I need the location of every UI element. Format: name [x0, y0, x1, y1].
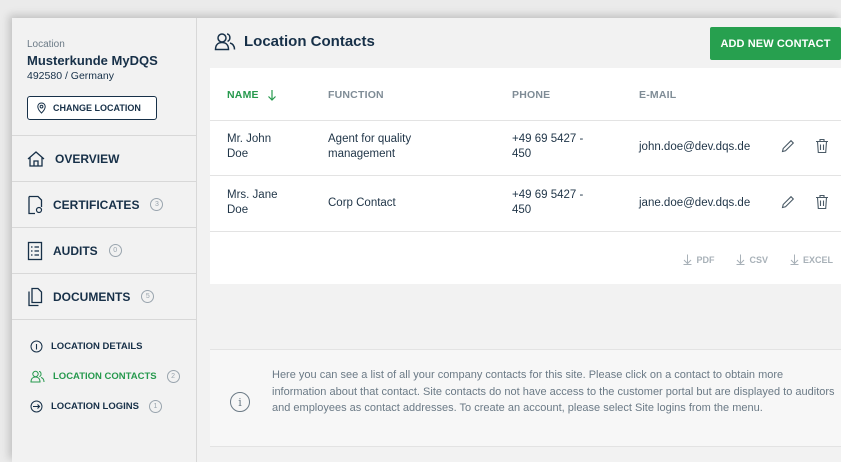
sort-down-arrow-icon — [267, 90, 276, 101]
info-icon: i — [230, 392, 250, 412]
change-location-button[interactable]: CHANGE LOCATION — [27, 96, 157, 120]
table-row[interactable]: Mrs. Jane Doe Corp Contact +49 69 5427 -… — [210, 176, 841, 232]
contacts-count-badge: 2 — [166, 369, 180, 383]
delete-trash-icon[interactable] — [814, 194, 830, 210]
certificate-icon — [28, 195, 43, 214]
export-csv-label: CSV — [749, 254, 768, 265]
row-actions — [780, 194, 830, 210]
nav-certificates[interactable]: CERTIFICATES 3 — [12, 181, 196, 227]
cell-name: Mr. John Doe — [227, 132, 271, 162]
location-name: Musterkunde MyDQS — [27, 53, 158, 68]
change-location-label: CHANGE LOCATION — [53, 103, 141, 113]
column-header-name[interactable]: NAME — [227, 89, 277, 101]
audit-list-icon — [27, 241, 43, 260]
table-header: NAME FUNCTION PHONE E-MAIL — [210, 68, 841, 121]
nav-documents-label: DOCUMENTS — [53, 289, 131, 304]
cell-phone: +49 69 5427 - 450 — [512, 132, 583, 162]
phone-line: 450 — [512, 204, 532, 216]
function-line: Corp Contact — [328, 197, 396, 209]
documents-icon — [28, 287, 43, 306]
sub-location-logins-label: LOCATION LOGINS — [51, 400, 139, 412]
contacts-table: NAME FUNCTION PHONE E-MAIL Mr. John Doe … — [210, 68, 841, 284]
page-header: Location Contacts — [214, 32, 375, 51]
contacts-icon — [214, 33, 236, 51]
download-arrow-icon — [790, 254, 799, 265]
nav-audits-label: AUDITS — [53, 243, 98, 258]
sub-location-details[interactable]: LOCATION DETAILS — [12, 335, 196, 357]
export-options: PDF CSV EXCEL — [683, 254, 833, 265]
sub-location-details-label: LOCATION DETAILS — [51, 340, 143, 352]
cell-email: john.doe@dev.dqs.de — [639, 141, 751, 153]
cell-email: jane.doe@dev.dqs.de — [639, 197, 751, 209]
export-csv-button[interactable]: CSV — [736, 254, 768, 265]
certificates-count-badge: 3 — [150, 198, 164, 211]
nav-certificates-label: CERTIFICATES — [53, 197, 140, 212]
home-icon — [27, 150, 45, 167]
cell-phone: +49 69 5427 - 450 — [512, 188, 583, 218]
column-header-email[interactable]: E-MAIL — [639, 89, 676, 101]
column-name-label: NAME — [227, 89, 259, 101]
edit-pencil-icon[interactable] — [780, 138, 796, 154]
logins-count-badge: 1 — [148, 399, 162, 413]
function-line: Agent for quality — [328, 133, 412, 145]
export-pdf-label: PDF — [696, 254, 715, 265]
sub-location-contacts-label: LOCATION CONTACTS — [53, 370, 157, 382]
name-line: Doe — [227, 148, 249, 160]
export-excel-button[interactable]: EXCEL — [790, 254, 833, 265]
sub-location-logins[interactable]: LOCATION LOGINS 1 — [12, 395, 196, 417]
nav-documents[interactable]: DOCUMENTS 5 — [12, 273, 196, 319]
contacts-icon — [30, 370, 45, 382]
nav-audits[interactable]: AUDITS 0 — [12, 227, 196, 273]
name-line: Mrs. Jane — [227, 189, 278, 201]
download-arrow-icon — [683, 254, 692, 265]
info-text: Here you can see a list of all your comp… — [272, 369, 835, 414]
audits-count-badge: 0 — [108, 244, 122, 257]
row-actions — [780, 138, 830, 154]
location-label: Location — [27, 39, 65, 50]
edit-pencil-icon[interactable] — [780, 194, 796, 210]
nav-overview-label: OVERVIEW — [55, 151, 120, 166]
sidebar: Location Musterkunde MyDQS 492580 / Germ… — [12, 18, 197, 462]
column-header-function[interactable]: FUNCTION — [328, 89, 384, 101]
phone-line: +49 69 5427 - — [512, 189, 584, 201]
name-line: Mr. John — [227, 133, 272, 145]
sub-location-contacts[interactable]: LOCATION CONTACTS 2 — [12, 365, 196, 387]
export-excel-label: EXCEL — [802, 254, 833, 265]
cell-name: Mrs. Jane Doe — [227, 188, 278, 218]
table-row[interactable]: Mr. John Doe Agent for quality managemen… — [210, 120, 841, 176]
location-pin-icon — [37, 102, 46, 114]
login-icon — [30, 400, 43, 412]
page-title: Location Contacts — [244, 33, 375, 50]
location-id-country: 492580 / Germany — [27, 70, 114, 82]
column-header-phone[interactable]: PHONE — [512, 89, 550, 101]
sidebar-divider — [12, 319, 196, 320]
info-circle-icon — [30, 340, 43, 352]
info-box: i Here you can see a list of all your co… — [210, 349, 841, 447]
name-line: Doe — [227, 204, 249, 216]
add-new-contact-button[interactable]: ADD NEW CONTACT — [710, 27, 841, 60]
cell-function: Agent for quality management — [328, 132, 411, 162]
cell-function: Corp Contact — [328, 196, 396, 211]
function-line: management — [328, 148, 396, 160]
documents-count-badge: 5 — [141, 290, 155, 303]
export-pdf-button[interactable]: PDF — [683, 254, 714, 265]
nav-overview[interactable]: OVERVIEW — [12, 135, 196, 181]
delete-trash-icon[interactable] — [814, 138, 830, 154]
download-arrow-icon — [736, 254, 745, 265]
phone-line: +49 69 5427 - — [512, 133, 584, 145]
phone-line: 450 — [512, 148, 532, 160]
